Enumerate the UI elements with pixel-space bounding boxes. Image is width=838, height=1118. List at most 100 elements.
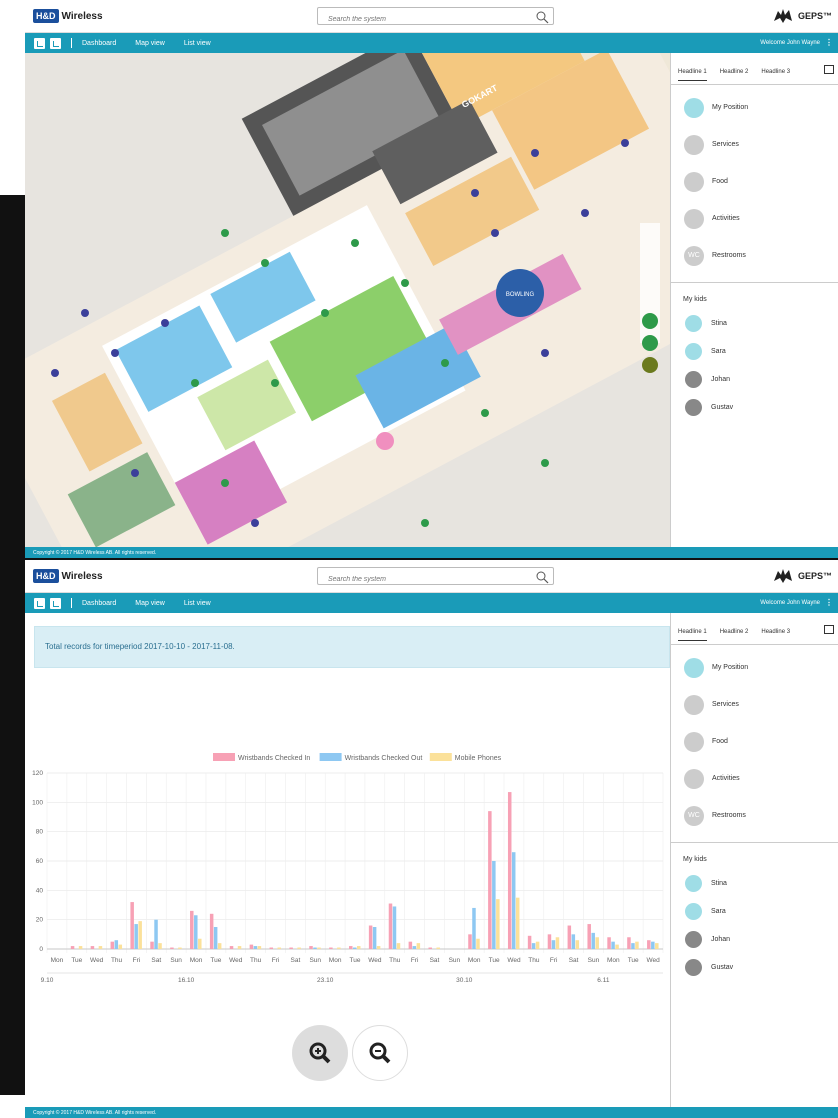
bar bbox=[567, 925, 572, 949]
search-icon[interactable] bbox=[535, 570, 549, 584]
legend-label: Wristbands Checked In bbox=[238, 755, 310, 762]
sidebar: Headline 1 Headline 2 Headline 3 My Posi… bbox=[670, 613, 838, 1107]
tab-headline-1[interactable]: Headline 1 bbox=[678, 57, 707, 81]
bar bbox=[257, 946, 262, 949]
bar bbox=[436, 947, 440, 949]
nav-dashboard[interactable]: Dashboard bbox=[82, 40, 116, 47]
x-tick-label: Fri bbox=[272, 957, 280, 964]
bar bbox=[329, 947, 333, 949]
bar bbox=[213, 927, 218, 949]
locate-icon[interactable] bbox=[642, 335, 658, 351]
legend-swatch bbox=[319, 753, 342, 761]
bar bbox=[492, 861, 496, 949]
logo-box: H&D bbox=[33, 569, 59, 583]
bar bbox=[595, 937, 599, 949]
poi-restrooms[interactable]: WC Restrooms bbox=[671, 797, 838, 834]
bar bbox=[70, 946, 75, 949]
bar bbox=[392, 906, 397, 949]
kid-sara[interactable]: Sara bbox=[671, 337, 838, 365]
x-tick-label: Mon bbox=[329, 957, 342, 964]
date-tick-label: 23.10 bbox=[317, 977, 334, 984]
date-tick-label: 30.10 bbox=[456, 977, 473, 984]
nav-map-view[interactable]: Map view bbox=[135, 600, 165, 607]
nav-list-view[interactable]: List view bbox=[184, 40, 211, 47]
logo[interactable]: H&D Wireless bbox=[33, 568, 103, 584]
bar bbox=[253, 946, 258, 949]
zoom-in-button[interactable] bbox=[292, 1025, 348, 1081]
kid-johan[interactable]: Johan bbox=[671, 365, 838, 393]
nav-map-view[interactable]: Map view bbox=[135, 40, 165, 47]
poi-services[interactable]: Services bbox=[671, 126, 838, 163]
bar bbox=[408, 941, 413, 949]
poi-my-position[interactable]: My Position bbox=[671, 649, 838, 686]
layers-icon[interactable] bbox=[642, 357, 658, 373]
logo[interactable]: H&D Wireless bbox=[33, 8, 103, 24]
child-icon bbox=[685, 370, 702, 388]
welcome-text[interactable]: Welcome John Wayne bbox=[760, 40, 820, 46]
bar bbox=[114, 940, 119, 949]
bar bbox=[651, 941, 655, 949]
kid-johan[interactable]: Johan bbox=[671, 925, 838, 953]
edit-icon[interactable] bbox=[34, 37, 45, 49]
more-icon[interactable]: ⋮ bbox=[825, 38, 833, 47]
search-input[interactable] bbox=[318, 571, 518, 588]
kid-gustav[interactable]: Gustav bbox=[671, 953, 838, 981]
kid-label: Stina bbox=[711, 879, 727, 887]
bar bbox=[571, 934, 576, 949]
map-canvas[interactable]: BOWLING GOKART bbox=[25, 53, 670, 547]
bar bbox=[249, 944, 254, 949]
statistics-panel: Total records for timeperiod 2017-10-10 … bbox=[25, 613, 670, 1107]
kid-stina[interactable]: Stina bbox=[671, 869, 838, 897]
bar bbox=[515, 897, 520, 949]
bar bbox=[337, 947, 341, 949]
bar bbox=[150, 941, 154, 949]
poi-activities[interactable]: Activities bbox=[671, 200, 838, 237]
y-tick-label: 40 bbox=[36, 887, 44, 894]
venue-map[interactable]: BOWLING GOKART bbox=[25, 53, 670, 547]
bar bbox=[372, 927, 377, 949]
chart-icon[interactable] bbox=[50, 597, 61, 609]
dragon-icon bbox=[773, 9, 792, 23]
kid-stina[interactable]: Stina bbox=[671, 309, 838, 337]
tab-headline-2[interactable]: Headline 2 bbox=[720, 617, 749, 640]
bar bbox=[78, 946, 83, 949]
tab-headline-2[interactable]: Headline 2 bbox=[720, 57, 749, 80]
poi-restrooms[interactable]: WC Restrooms bbox=[671, 237, 838, 274]
kid-label: Sara bbox=[711, 347, 726, 355]
poi-food[interactable]: Food bbox=[671, 723, 838, 760]
tab-headline-3[interactable]: Headline 3 bbox=[761, 57, 790, 80]
exit-icon[interactable] bbox=[824, 65, 834, 74]
search-icon[interactable] bbox=[535, 10, 549, 24]
chart-icon[interactable] bbox=[50, 37, 61, 49]
edit-icon[interactable] bbox=[34, 597, 45, 609]
zoom-in-icon[interactable] bbox=[642, 313, 658, 329]
kid-gustav[interactable]: Gustav bbox=[671, 393, 838, 421]
welcome-text[interactable]: Welcome John Wayne bbox=[760, 600, 820, 606]
bar bbox=[611, 941, 615, 949]
kid-label: Johan bbox=[711, 375, 731, 383]
x-tick-label: Wed bbox=[646, 957, 660, 964]
bar bbox=[531, 943, 536, 949]
poi-activities[interactable]: Activities bbox=[671, 760, 838, 797]
bar bbox=[551, 940, 556, 949]
bar bbox=[627, 937, 631, 949]
poi-food[interactable]: Food bbox=[671, 163, 838, 200]
nav-list-view[interactable]: List view bbox=[184, 600, 211, 607]
brand: GEPS™ bbox=[772, 567, 832, 585]
nav-dashboard[interactable]: Dashboard bbox=[82, 600, 116, 607]
bar bbox=[198, 938, 202, 949]
tab-headline-1[interactable]: Headline 1 bbox=[678, 617, 707, 641]
zoom-out-button[interactable] bbox=[352, 1025, 408, 1081]
poi-my-position[interactable]: My Position bbox=[671, 89, 838, 126]
brand-text: GEPS™ bbox=[797, 11, 832, 21]
bar bbox=[229, 946, 234, 949]
wc-icon: WC bbox=[684, 805, 704, 826]
child-icon bbox=[685, 342, 702, 360]
poi-services[interactable]: Services bbox=[671, 686, 838, 723]
search-input[interactable] bbox=[318, 11, 518, 28]
exit-icon[interactable] bbox=[824, 625, 834, 634]
tab-headline-3[interactable]: Headline 3 bbox=[761, 617, 790, 640]
bar bbox=[194, 915, 198, 949]
more-icon[interactable]: ⋮ bbox=[825, 598, 833, 607]
kid-sara[interactable]: Sara bbox=[671, 897, 838, 925]
